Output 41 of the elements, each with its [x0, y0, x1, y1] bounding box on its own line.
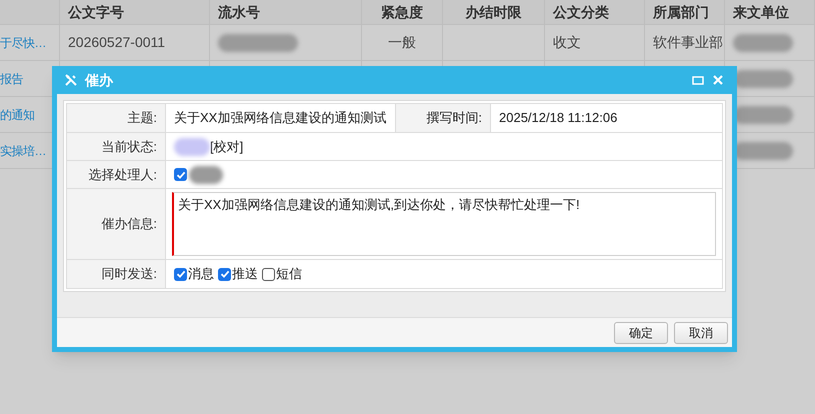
document-link[interactable]: 报告 [0, 70, 23, 88]
dialog-title: 催办 [85, 70, 113, 90]
checkbox[interactable] [174, 168, 187, 181]
maximize-icon[interactable] [692, 75, 704, 85]
blurred-text [189, 166, 223, 184]
checkbox-label: 短信 [276, 265, 302, 284]
document-link[interactable]: 实操培… [0, 142, 46, 160]
document-link[interactable]: 于尽快… [0, 34, 46, 52]
dialog-icon [65, 74, 77, 86]
column-header: 流水号 [218, 2, 260, 22]
field-label: 同时发送: [101, 265, 157, 284]
message-field[interactable]: 关于XX加强网络信息建设的通知测试,到达你处，请尽快帮忙处理一下! [172, 192, 716, 256]
checkbox-label: 消息 [188, 265, 214, 284]
checkbox[interactable] [262, 268, 275, 280]
blurred-text [174, 138, 210, 156]
table-cell-text: 一般 [388, 33, 416, 52]
field-label: 选择处理人: [88, 166, 157, 184]
column-header: 公文分类 [553, 2, 609, 22]
close-icon[interactable] [712, 74, 724, 86]
subject-value: 关于XX加强网络信息建设的通知测试 [174, 109, 386, 128]
table-cell-text: 软件事业部 [653, 33, 723, 52]
dialog-button[interactable]: 确定 [614, 322, 668, 344]
checkbox[interactable] [218, 268, 231, 280]
column-header: 紧急度 [381, 2, 423, 22]
checkbox-label: 推送 [232, 265, 258, 284]
blurred-text [733, 34, 793, 52]
column-header: 来文单位 [733, 2, 789, 22]
field-label: 撰写时间: [426, 109, 482, 128]
document-link[interactable]: 的通知 [0, 106, 34, 124]
time-value: 2025/12/18 11:12:06 [499, 109, 618, 128]
status-value: [校对] [210, 138, 244, 156]
column-header: 办结时限 [466, 2, 522, 22]
field-label: 当前状态: [101, 138, 157, 156]
table-cell-text: 20260527-0011 [68, 33, 166, 52]
field-label: 催办信息: [101, 215, 157, 234]
dialog-button[interactable]: 取消 [674, 322, 728, 344]
column-header: 所属部门 [653, 2, 709, 22]
column-header: 公文字号 [68, 2, 124, 22]
table-cell-text: 收文 [553, 33, 581, 52]
field-label: 主题: [127, 109, 157, 128]
checkbox[interactable] [174, 268, 187, 280]
